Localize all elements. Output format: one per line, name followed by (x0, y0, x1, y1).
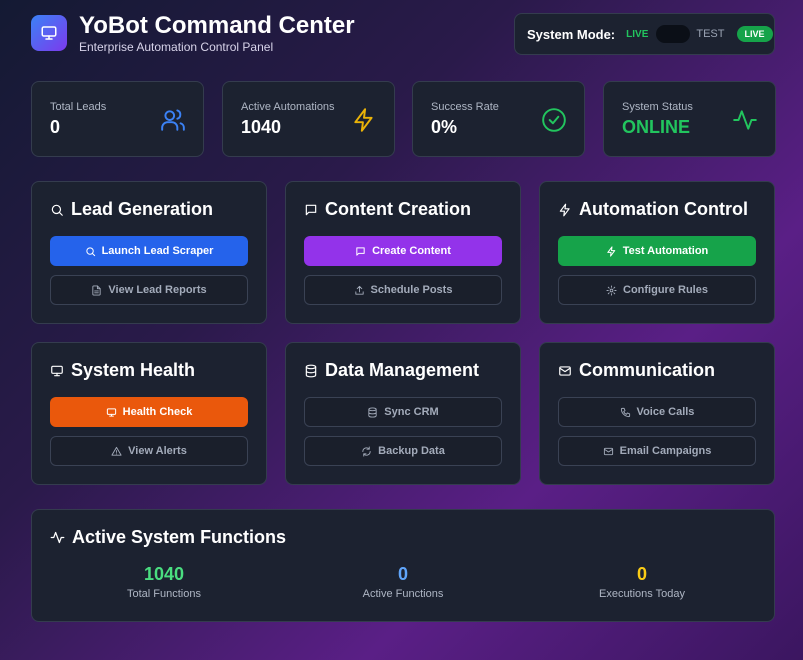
button-label: Voice Calls (636, 406, 695, 418)
active-functions-stat: 0 Active Functions (283, 564, 523, 600)
mode-toggle[interactable] (656, 25, 691, 43)
mail-icon (559, 365, 571, 376)
backup-data-button[interactable]: Backup Data (304, 436, 502, 466)
activity-icon (50, 531, 65, 544)
search-icon (51, 204, 63, 216)
stat-card-success-rate: Success Rate 0% (412, 81, 585, 157)
button-label: View Lead Reports (108, 284, 207, 296)
monitor-icon (106, 407, 116, 417)
module-data-management: Data Management Sync CRM Backup Data (285, 342, 521, 485)
voice-calls-button[interactable]: Voice Calls (558, 397, 756, 427)
button-label: Schedule Posts (370, 284, 453, 296)
lightning-icon (354, 108, 373, 132)
stat-card-active-automations: Active Automations 1040 (222, 81, 395, 157)
lightning-icon (559, 203, 570, 216)
module-title: Data Management (304, 360, 479, 381)
mode-live-label: LIVE (626, 28, 649, 40)
email-campaigns-button[interactable]: Email Campaigns (558, 436, 756, 466)
module-title-text: System Health (71, 360, 196, 380)
configure-rules-button[interactable]: Configure Rules (558, 275, 756, 305)
panel-title-text: Active System Functions (72, 527, 287, 547)
button-label: Create Content (372, 245, 451, 257)
schedule-posts-button[interactable]: Schedule Posts (304, 275, 502, 305)
module-communication: Communication Voice Calls Email Campaign… (539, 342, 775, 485)
stat-label: Total Functions (127, 588, 201, 600)
stat-value: 0 (636, 564, 647, 584)
lightning-icon (607, 245, 615, 257)
module-title-text: Communication (579, 360, 716, 380)
file-icon (92, 284, 102, 296)
panel-title: Active System Functions (50, 527, 286, 548)
view-alerts-button[interactable]: View Alerts (50, 436, 248, 466)
stat-value: 1040 (143, 564, 185, 584)
module-title-text: Content Creation (325, 199, 471, 219)
stat-label: Total Leads (50, 101, 107, 113)
stat-value: 1040 (241, 117, 282, 137)
module-title: Automation Control (558, 199, 748, 220)
stat-value: 0 (397, 564, 408, 584)
module-title: System Health (50, 360, 195, 381)
view-lead-reports-button[interactable]: View Lead Reports (50, 275, 248, 305)
module-lead-generation: Lead Generation Launch Lead Scraper View… (31, 181, 267, 324)
module-system-health: System Health Health Check View Alerts (31, 342, 267, 485)
sync-crm-button[interactable]: Sync CRM (304, 397, 502, 427)
system-mode-panel: System Mode: LIVE TEST LIVE (514, 13, 775, 55)
button-label: Configure Rules (623, 284, 708, 296)
users-icon (161, 109, 185, 131)
message-icon (356, 246, 365, 256)
stat-label: Active Automations (241, 101, 335, 113)
module-title-text: Automation Control (579, 199, 748, 219)
button-label: Health Check (122, 406, 193, 418)
warning-icon (111, 446, 122, 456)
stat-value: ONLINE (622, 117, 691, 137)
module-title: Content Creation (304, 199, 471, 220)
active-system-functions-panel: Active System Functions 1040 Total Funct… (31, 509, 775, 622)
upload-icon (354, 285, 364, 295)
module-title: Lead Generation (50, 199, 213, 220)
stat-label: Executions Today (598, 588, 686, 600)
button-label: View Alerts (128, 445, 187, 457)
stat-value: 0% (431, 117, 458, 137)
system-mode-label: System Mode: (527, 26, 616, 42)
app-logo (31, 15, 67, 51)
live-status-badge: LIVE (736, 26, 773, 42)
stat-card-system-status: System Status ONLINE (603, 81, 776, 157)
module-automation-control: Automation Control Test Automation Confi… (539, 181, 775, 324)
module-content-creation: Content Creation Create Content Schedule… (285, 181, 521, 324)
app-title: YoBot Command Center (79, 12, 355, 39)
refresh-icon (362, 445, 371, 457)
total-functions-stat: 1040 Total Functions (44, 564, 284, 600)
button-label: Launch Lead Scraper (101, 245, 214, 257)
message-icon (305, 204, 317, 215)
monitor-icon (41, 26, 57, 40)
app-subtitle: Enterprise Automation Control Panel (79, 40, 274, 54)
search-icon (85, 246, 95, 256)
module-title-text: Lead Generation (71, 199, 214, 219)
stat-label: Active Functions (362, 588, 444, 600)
gear-icon (606, 284, 617, 296)
stat-value: 0 (50, 117, 61, 137)
executions-today-stat: 0 Executions Today (522, 564, 762, 600)
module-title: Communication (558, 360, 715, 381)
monitor-icon (51, 365, 63, 376)
health-check-button[interactable]: Health Check (50, 397, 248, 427)
mail-icon (603, 447, 613, 455)
mode-test-label: TEST (696, 28, 725, 40)
test-automation-button[interactable]: Test Automation (558, 236, 756, 266)
check-circle-icon (542, 108, 566, 132)
phone-icon (620, 407, 630, 417)
button-label: Backup Data (378, 445, 445, 457)
button-label: Sync CRM (384, 406, 439, 418)
stat-label: System Status (622, 101, 693, 113)
create-content-button[interactable]: Create Content (304, 236, 502, 266)
button-label: Email Campaigns (619, 445, 712, 457)
module-title-text: Data Management (325, 360, 480, 380)
stat-card-total-leads: Total Leads 0 (31, 81, 204, 157)
button-label: Test Automation (622, 245, 709, 257)
database-icon (368, 406, 377, 418)
stat-label: Success Rate (431, 101, 499, 113)
launch-lead-scraper-button[interactable]: Launch Lead Scraper (50, 236, 248, 266)
database-icon (305, 364, 317, 377)
activity-icon (733, 110, 757, 130)
